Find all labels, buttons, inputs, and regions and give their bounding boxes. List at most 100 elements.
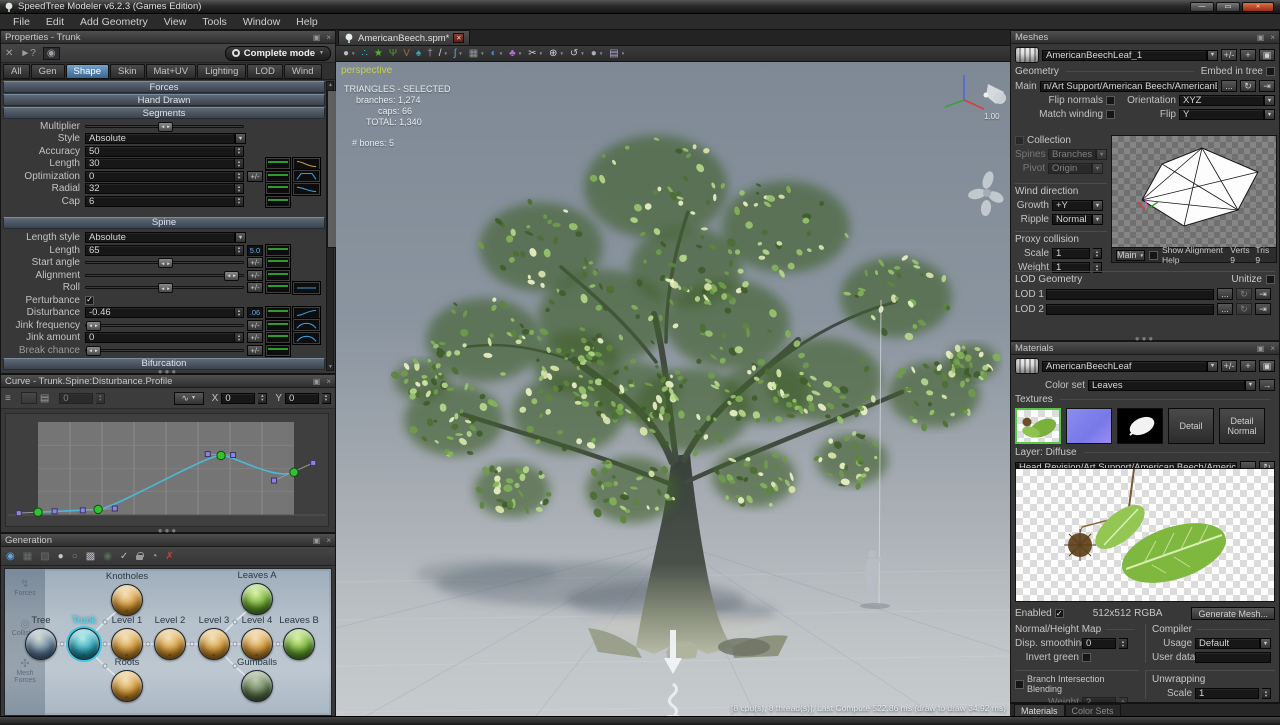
float-panel-icon[interactable]: ▣: [313, 33, 321, 42]
lod2-path[interactable]: [1046, 304, 1214, 315]
node-trunk[interactable]: Trunk: [68, 628, 100, 660]
node-level-2[interactable]: Level 2: [154, 628, 186, 660]
properties-scrollbar[interactable]: [326, 81, 334, 371]
invert-green-checkbox[interactable]: [1082, 653, 1091, 662]
focus-icon[interactable]: ◔: [151, 551, 157, 562]
tab-color-sets[interactable]: Color Sets: [1065, 704, 1121, 716]
pivot-select[interactable]: Origin: [1048, 163, 1103, 174]
camera-mode-label[interactable]: perspective: [341, 65, 392, 76]
alignment-slider[interactable]: [85, 274, 244, 277]
tab-lod[interactable]: LOD: [247, 64, 283, 79]
node-level-4[interactable]: Level 4: [241, 628, 273, 660]
collection-checkbox[interactable]: [1015, 136, 1024, 145]
add-mesh-button[interactable]: +: [1240, 49, 1256, 61]
wind-gizmo-icon[interactable]: [967, 170, 1005, 217]
ripple-select[interactable]: Normal: [1052, 214, 1103, 225]
detail-texture-button[interactable]: Detail: [1168, 408, 1214, 444]
menu-window[interactable]: Window: [235, 15, 288, 29]
roll-slider[interactable]: [85, 286, 244, 289]
draw-spine-tool-icon[interactable]: /▼: [439, 49, 448, 59]
node-leaves-b[interactable]: Leaves B: [283, 628, 315, 660]
randomize-icon[interactable]: ▩: [86, 551, 95, 562]
bone-tool-icon[interactable]: ʃ▼: [454, 49, 463, 59]
material-variance-button[interactable]: +/-: [1221, 360, 1237, 372]
flip-select[interactable]: Y: [1179, 109, 1275, 120]
section-forces[interactable]: Forces: [3, 81, 325, 93]
jink-amount-variance-button[interactable]: +/-: [247, 332, 263, 343]
cap-spinner[interactable]: [235, 196, 244, 207]
seg-length-curve-widget[interactable]: [293, 158, 320, 170]
disturbance-input[interactable]: -0.46: [85, 307, 235, 318]
float-panel-icon[interactable]: ▣: [1257, 344, 1265, 353]
disp-smoothing-spinner[interactable]: [1119, 638, 1128, 649]
radial-input[interactable]: 32: [85, 183, 235, 194]
start-angle-variance-button[interactable]: +/-: [247, 257, 263, 268]
curve-filter-icon[interactable]: ≡: [5, 393, 11, 404]
eye-icon[interactable]: ◉: [43, 47, 60, 60]
style-dropdown-arrow[interactable]: [235, 133, 246, 144]
drag-handle-icon[interactable]: [1015, 358, 1039, 374]
spine-length-range-widget[interactable]: [266, 245, 290, 256]
lod2-browse-button[interactable]: ...: [1217, 303, 1233, 315]
float-panel-icon[interactable]: ▣: [1257, 33, 1265, 42]
tab-wind[interactable]: Wind: [284, 64, 322, 79]
tab-close-icon[interactable]: ✕: [453, 33, 464, 43]
lod2-export-icon[interactable]: ⇥: [1255, 303, 1271, 315]
delete-node-icon[interactable]: ✗: [165, 551, 173, 562]
node-gumballs[interactable]: Gumballs: [241, 670, 273, 702]
float-panel-icon[interactable]: ▣: [313, 536, 321, 545]
tab-shape[interactable]: Shape: [66, 64, 109, 79]
node-graph[interactable]: ↯Forces ◎Collision ✣Mesh Forces Tree Tru…: [4, 568, 332, 716]
drag-handle-icon[interactable]: [1015, 47, 1039, 63]
disturbance-spinner[interactable]: [235, 307, 244, 318]
paint-tool-icon[interactable]: ♣▼: [509, 49, 522, 59]
lod2-reload-icon[interactable]: ↻: [1236, 303, 1252, 315]
delete-icon[interactable]: ✕: [5, 48, 13, 59]
radial-spinner[interactable]: [235, 183, 244, 194]
prune-tool-icon[interactable]: ✂▼: [528, 49, 543, 59]
curve-box-button[interactable]: [21, 392, 37, 404]
curve-y-input[interactable]: 0: [285, 393, 319, 404]
curve-preset-button[interactable]: ∿▼: [174, 392, 204, 405]
growth-select[interactable]: +Y: [1052, 200, 1103, 211]
section-spine[interactable]: Spine: [3, 217, 325, 229]
main-mesh-path[interactable]: n/Art Support/American Beech/AmericanBee…: [1040, 81, 1218, 92]
bib-checkbox[interactable]: [1015, 680, 1024, 689]
show-alignment-checkbox[interactable]: [1149, 251, 1158, 260]
jink-frequency-range-widget[interactable]: [266, 320, 290, 331]
normal-texture-thumbnail[interactable]: [1066, 408, 1112, 444]
optimization-variance-button[interactable]: +/-: [247, 171, 263, 182]
material-select[interactable]: AmericanBeechLeaf: [1042, 361, 1218, 372]
curve-x-spinner[interactable]: [258, 393, 267, 404]
menu-help[interactable]: Help: [288, 15, 326, 29]
tab-all[interactable]: All: [3, 64, 30, 79]
curve-x-input[interactable]: 0: [221, 393, 255, 404]
alignment-variance-button[interactable]: +/-: [247, 270, 263, 281]
menu-add-geometry[interactable]: Add Geometry: [72, 15, 156, 29]
tab-mat-uv[interactable]: Mat+UV: [146, 64, 197, 79]
reload-mesh-icon[interactable]: ↻: [1240, 80, 1256, 92]
jink-amount-input[interactable]: 0: [85, 332, 235, 343]
node-leaves-a[interactable]: Leaves A: [241, 583, 273, 615]
menu-tools[interactable]: Tools: [194, 15, 235, 29]
seg-length-input[interactable]: 30: [85, 158, 235, 169]
lod1-export-icon[interactable]: ⇥: [1255, 288, 1271, 300]
lod1-browse-button[interactable]: ...: [1217, 288, 1233, 300]
leaf-tool-icon[interactable]: ★: [374, 49, 383, 59]
minimize-button[interactable]: —: [1190, 2, 1214, 12]
splitter-meshes-materials[interactable]: ●●●: [1135, 337, 1156, 341]
target-tool-icon[interactable]: ⊕▼: [549, 49, 564, 59]
sphere-tool-icon[interactable]: ●▼: [591, 49, 604, 59]
enabled-checkbox[interactable]: ✓: [1055, 609, 1064, 618]
close-panel-icon[interactable]: ×: [1270, 344, 1275, 353]
start-angle-slider[interactable]: [85, 261, 244, 264]
splitter-curve-generation[interactable]: ●●●: [158, 529, 179, 533]
proxy-scale-input[interactable]: 1: [1052, 248, 1090, 259]
add-node-icon[interactable]: ◉: [6, 551, 15, 562]
document-tab[interactable]: AmericanBeech.spm* ✕: [338, 30, 470, 45]
proxy-scale-spinner[interactable]: [1093, 248, 1102, 259]
seg-length-spinner[interactable]: [235, 158, 244, 169]
accuracy-input[interactable]: 50: [85, 146, 235, 157]
light-gizmo-icon[interactable]: [984, 84, 1007, 104]
tab-skin[interactable]: Skin: [110, 64, 144, 79]
